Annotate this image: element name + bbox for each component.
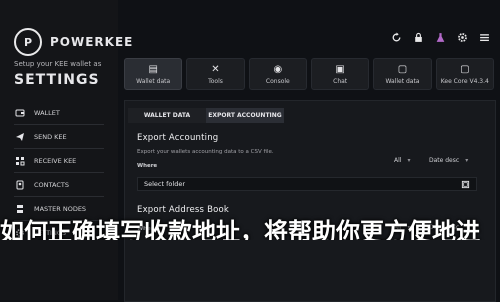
tab-label: Tools bbox=[208, 77, 223, 85]
sidebar-item-wallet[interactable]: WALLET bbox=[14, 106, 104, 120]
tab-label: Console bbox=[265, 77, 290, 85]
lock-icon[interactable] bbox=[412, 31, 424, 43]
sidebar-divider bbox=[14, 124, 104, 125]
sidebar: P POWERKEE Setup your KEE wallet as SETT… bbox=[0, 0, 132, 300]
subtab-export-accounting[interactable]: EXPORT ACCOUNTING bbox=[206, 108, 284, 123]
receive-icon bbox=[14, 155, 26, 167]
sidebar-item-contacts[interactable]: CONTACTS bbox=[14, 178, 104, 192]
sidebar-item-label: CONTACTS bbox=[34, 181, 69, 189]
sidebar-item-send-kee[interactable]: SEND KEE bbox=[14, 130, 104, 144]
console-icon: ◉ bbox=[273, 63, 283, 75]
chevron-down-icon: ▾ bbox=[407, 157, 411, 164]
gear-icon[interactable] bbox=[456, 31, 468, 43]
sidebar-item-receive-kee[interactable]: RECEIVE KEE bbox=[14, 154, 104, 168]
tab-kee-core[interactable]: ▢ Kee Core V4.3.4 bbox=[435, 58, 494, 90]
info-icon: ▢ bbox=[397, 63, 408, 75]
filter-all-dropdown[interactable]: All ▾ bbox=[394, 157, 410, 164]
tools-icon: ✕ bbox=[211, 63, 220, 75]
settings-title: SETTINGS bbox=[14, 72, 100, 88]
tab-console[interactable]: ◉ Console bbox=[248, 58, 307, 90]
sidebar-divider bbox=[14, 172, 104, 173]
subtabs: WALLET DATA EXPORT ACCOUNTING bbox=[128, 108, 284, 123]
wallet-icon bbox=[14, 107, 26, 119]
export-accounting-description: Export your wallets accounting data to a… bbox=[137, 149, 274, 155]
folder-icon[interactable] bbox=[460, 179, 470, 189]
menu-icon[interactable] bbox=[478, 31, 490, 43]
flask-icon[interactable] bbox=[434, 31, 446, 43]
tab-wallet-data-2[interactable]: ▢ Wallet data bbox=[373, 58, 432, 90]
send-icon bbox=[14, 131, 26, 143]
sidebar-item-label: RECEIVE KEE bbox=[34, 157, 77, 165]
powerkee-logo-icon: P bbox=[14, 28, 42, 56]
filter-all-value: All bbox=[394, 157, 402, 164]
sidebar-divider bbox=[14, 196, 104, 197]
sidebar-item-label: WALLET bbox=[34, 109, 60, 117]
tab-label: Chat bbox=[333, 77, 348, 85]
tab-tools[interactable]: ✕ Tools bbox=[186, 58, 245, 90]
chevron-down-icon: ▾ bbox=[465, 157, 469, 164]
filter-date-value: Date desc bbox=[429, 157, 460, 164]
main-tabs: ▤ Wallet data ✕ Tools ◉ Console ▣ Chat ▢… bbox=[124, 58, 494, 90]
content-panel bbox=[124, 100, 496, 302]
chat-icon: ▣ bbox=[335, 63, 345, 75]
wallet-data-icon: ▤ bbox=[148, 63, 158, 75]
brand: P POWERKEE bbox=[14, 28, 133, 56]
where-label: Where bbox=[137, 163, 158, 169]
overlay-caption: 如何正确填写收款地址，将帮助你更方便地进 bbox=[0, 217, 480, 240]
sidebar-item-label: SEND KEE bbox=[34, 133, 67, 141]
setup-caption: Setup your KEE wallet as bbox=[14, 60, 102, 68]
top-toolbar bbox=[390, 31, 490, 43]
kee-core-icon: ▢ bbox=[460, 63, 470, 75]
tab-label: Kee Core V4.3.4 bbox=[440, 77, 489, 85]
tab-wallet-data[interactable]: ▤ Wallet data bbox=[124, 58, 183, 90]
export-accounting-title: Export Accounting bbox=[137, 133, 219, 143]
tab-label: Wallet data bbox=[385, 77, 420, 85]
brand-name: POWERKEE bbox=[50, 35, 134, 49]
filter-date-dropdown[interactable]: Date desc ▾ bbox=[429, 157, 468, 164]
sync-icon[interactable] bbox=[390, 31, 402, 43]
select-folder-input[interactable]: Select folder bbox=[137, 177, 477, 191]
contacts-icon bbox=[14, 179, 26, 191]
tab-chat[interactable]: ▣ Chat bbox=[310, 58, 370, 90]
subtab-wallet-data[interactable]: WALLET DATA bbox=[128, 108, 206, 123]
tab-label: Wallet data bbox=[136, 77, 171, 85]
select-folder-text: Select folder bbox=[144, 180, 185, 188]
sidebar-divider bbox=[14, 148, 104, 149]
